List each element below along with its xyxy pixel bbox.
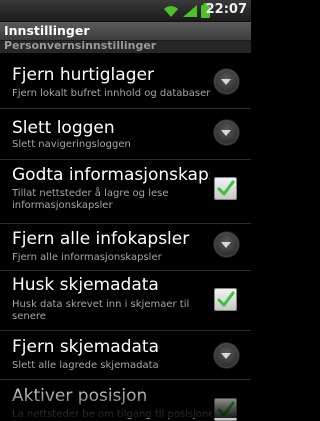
checkbox-checked[interactable]: [214, 288, 237, 311]
check-icon: [217, 291, 235, 307]
setting-summary: Husk data skrevet inn i skjemaer til sen…: [12, 299, 190, 322]
setting-clear-history[interactable]: Slett loggen Slett navigeringsloggen: [0, 109, 251, 159]
setting-title: Husk skjemadata: [12, 275, 159, 295]
setting-clear-cache[interactable]: Fjern hurtiglager Fjern lokalt bufret in…: [0, 53, 251, 108]
checkbox-checked[interactable]: [214, 177, 237, 200]
page-title: Innstillinger: [4, 23, 90, 38]
check-icon: [217, 180, 235, 196]
setting-summary: Slett navigeringsloggen: [12, 139, 131, 150]
setting-summary: Tillat nettsteder å lagre og lese inform…: [12, 188, 169, 211]
setting-title: Fjern hurtiglager: [12, 65, 154, 85]
setting-summary: La nettsteder be om tilgang til posisjon…: [12, 409, 212, 420]
check-icon: [217, 401, 235, 417]
status-bar: 22:07: [0, 0, 251, 22]
setting-summary: Slett alle lagrede skjemadata: [12, 360, 159, 371]
setting-title: Fjern skjemadata: [12, 337, 159, 357]
setting-clear-form-data[interactable]: Fjern skjemadata Slett alle lagrede skje…: [0, 331, 251, 379]
dropdown-arrow-icon[interactable]: [213, 119, 240, 146]
setting-title: Slett loggen: [12, 118, 115, 138]
dropdown-arrow-icon[interactable]: [213, 231, 240, 258]
dropdown-arrow-icon[interactable]: [213, 342, 240, 369]
wifi-icon: [163, 3, 179, 22]
section-header-label: Personvernsinnstillinger: [4, 39, 157, 52]
signal-strength-icon: [182, 3, 198, 22]
setting-title: Aktiver posisjon: [12, 386, 148, 406]
dropdown-arrow-icon[interactable]: [213, 68, 240, 95]
setting-summary: Fjern lokalt bufret innhold og databaser: [12, 88, 211, 99]
setting-title: Godta informasjonskapsler: [12, 165, 210, 185]
section-header: Personvernsinnstillinger: [0, 39, 251, 53]
status-clock: 22:07: [205, 2, 247, 17]
setting-clear-cookies[interactable]: Fjern alle infokapsler Fjern alle inform…: [0, 224, 251, 270]
setting-remember-form-data[interactable]: Husk skjemadata Husk data skrevet inn i …: [0, 271, 251, 330]
setting-enable-location[interactable]: Aktiver posisjon La nettsteder be om til…: [0, 380, 251, 421]
setting-title: Fjern alle infokapsler: [12, 229, 190, 249]
setting-accept-cookies[interactable]: Godta informasjonskapsler Tillat nettste…: [0, 160, 251, 223]
setting-summary: Fjern alle informasjonskapsler: [12, 252, 162, 263]
